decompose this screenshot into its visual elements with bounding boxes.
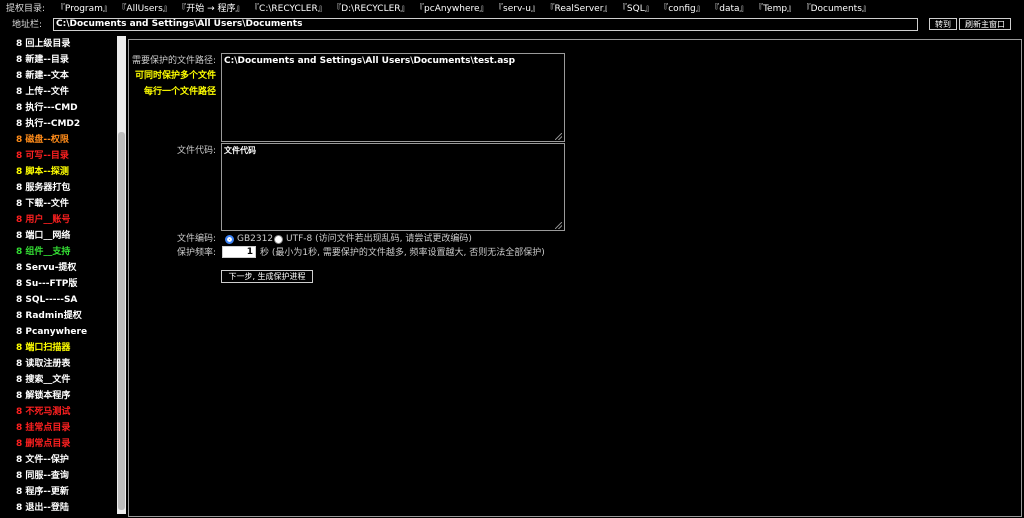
sidebar-item[interactable]: 8 端口__网络 <box>16 229 70 243</box>
quick-nav-link[interactable]: 『Program』 <box>56 4 112 14</box>
file-path-label: 需要保护的文件路径: <box>131 56 216 66</box>
sidebar-item[interactable]: 8 搜索__文件 <box>16 373 70 387</box>
sidebar-scrollbar[interactable] <box>117 36 126 514</box>
quick-nav-link[interactable]: 『data』 <box>715 4 749 14</box>
sidebar-item[interactable]: 8 服务器打包 <box>16 181 70 195</box>
sidebar-item[interactable]: 8 退出--登陆 <box>16 501 69 515</box>
quick-nav-link[interactable]: 『AllUsers』 <box>122 4 172 14</box>
sidebar-item[interactable]: 8 不死马测试 <box>16 405 70 419</box>
quick-nav-link[interactable]: 『Documents』 <box>806 4 871 14</box>
frequency-label: 保护频率: <box>176 248 216 258</box>
sidebar-item[interactable]: 8 执行---CMD <box>16 101 78 115</box>
sidebar-item[interactable]: 8 脚本--探测 <box>16 165 69 179</box>
sidebar-scrollbar-thumb[interactable] <box>118 132 125 510</box>
frequency-input[interactable] <box>222 246 256 258</box>
sidebar-item[interactable]: 8 SQL-----SA <box>16 293 77 307</box>
sidebar-item[interactable]: 8 用户__账号 <box>16 213 70 227</box>
sidebar-item[interactable]: 8 文件--保护 <box>16 453 69 467</box>
sidebar-item[interactable]: 8 组件__支持 <box>16 245 70 259</box>
sidebar-item[interactable]: 8 Su---FTP版 <box>16 277 77 291</box>
file-code-textarea[interactable]: 文件代码 <box>221 143 565 231</box>
quick-nav-link[interactable]: 『C:\RECYCLER』 <box>255 4 327 14</box>
sidebar-item[interactable]: 8 同服--查询 <box>16 469 69 483</box>
sidebar-item[interactable]: 8 读取注册表 <box>16 357 70 371</box>
sidebar-item[interactable]: 8 可写--目录 <box>16 149 69 163</box>
gb2312-radio[interactable] <box>225 235 234 244</box>
quick-nav-link[interactable]: 『pcAnywhere』 <box>420 4 489 14</box>
refresh-main-window-button[interactable]: 刷新主窗口 <box>959 18 1011 30</box>
quick-nav-link[interactable]: 『Temp』 <box>759 4 797 14</box>
file-path-textarea[interactable]: C:\Documents and Settings\All Users\Docu… <box>221 53 565 142</box>
sidebar-item[interactable]: 8 解锁本程序 <box>16 389 70 403</box>
quick-nav-bar: 提权目录: 『Program』 『AllUsers』 『开始 → 程序』 『C:\RE… <box>6 3 881 15</box>
quick-nav-link[interactable]: 『开始 → 程序』 <box>182 4 245 14</box>
quick-nav-link[interactable]: 『serv-u』 <box>499 4 540 14</box>
frequency-note: 秒 (最小为1秒, 需要保护的文件越多, 频率设置越大, 否则无法全部保护) <box>260 248 545 258</box>
sidebar-item[interactable]: 8 Pcanywhere <box>16 325 87 339</box>
sidebar-menu: 8 回上级目录 8 新建--目录 8 新建--文本 8 上传--文件 8 执行---CM… <box>0 34 116 518</box>
sidebar-item[interactable]: 8 挂常点目录 <box>16 421 70 435</box>
encoding-label: 文件编码: <box>176 234 216 244</box>
hint-one-path-per-line: 每行一个文件路径 <box>143 87 216 97</box>
utf8-radio[interactable] <box>274 235 283 244</box>
top-bar: 提权目录: 『Program』 『AllUsers』 『开始 → 程序』 『C:\RE… <box>0 0 1024 34</box>
sidebar-item[interactable]: 8 下载--文件 <box>16 197 69 211</box>
sidebar-item[interactable]: 8 新建--文本 <box>16 69 69 83</box>
quick-nav-link[interactable]: 『config』 <box>664 4 705 14</box>
address-input[interactable] <box>53 18 918 31</box>
sidebar-item[interactable]: 8 上传--文件 <box>16 85 69 99</box>
sidebar-item[interactable]: 8 程序--更新 <box>16 485 69 499</box>
sidebar-item[interactable]: 8 执行--CMD2 <box>16 117 80 131</box>
go-button[interactable]: 转到 <box>929 18 957 30</box>
quick-nav-link[interactable]: 『SQL』 <box>622 4 653 14</box>
quick-nav-link[interactable]: 『D:\RECYCLER』 <box>337 4 410 14</box>
sidebar-item[interactable]: 8 磁盘--权限 <box>16 133 69 147</box>
file-code-label: 文件代码: <box>176 146 216 156</box>
hint-multiple-files: 可同时保护多个文件 <box>134 71 216 81</box>
sidebar-item[interactable]: 8 Servu-提权 <box>16 261 76 275</box>
utf8-radio-label: UTF-8 (访问文件若出现乱码, 请尝试更改编码) <box>286 234 472 244</box>
sidebar-item[interactable]: 8 新建--目录 <box>16 53 69 67</box>
sidebar-item[interactable]: 8 端口扫描器 <box>16 341 70 355</box>
sidebar-item[interactable]: 8 删常点目录 <box>16 437 70 451</box>
quick-nav-label: 提权目录: <box>6 4 46 14</box>
quick-nav-link[interactable]: 『RealServer』 <box>550 4 612 14</box>
sidebar-item[interactable]: 8 回上级目录 <box>16 37 70 51</box>
path-textarea-resize-icon[interactable] <box>555 133 562 140</box>
generate-protect-process-button[interactable]: 下一步, 生成保护进程 <box>221 270 313 283</box>
sidebar-item[interactable]: 8 Radmin提权 <box>16 309 82 323</box>
address-label: 地址栏: <box>12 20 43 30</box>
gb2312-radio-label: GB2312 <box>237 234 274 244</box>
code-textarea-resize-icon[interactable] <box>555 222 562 229</box>
